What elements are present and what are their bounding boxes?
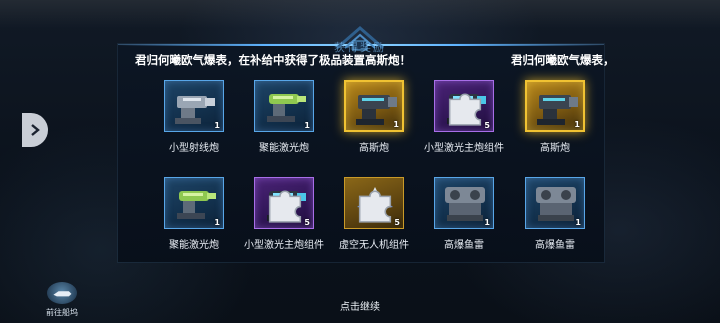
item-frame: 1 xyxy=(525,80,585,132)
item-name: 小型射线炮 xyxy=(169,143,219,154)
background-band xyxy=(0,0,720,28)
item-count: 1 xyxy=(393,120,399,129)
item-name: 高斯炮 xyxy=(359,143,389,154)
ship-icon xyxy=(47,282,77,304)
item-frame: 1 xyxy=(344,80,404,132)
item-count: 1 xyxy=(575,218,581,227)
item-name: 高爆鱼雷 xyxy=(535,240,575,251)
item-name: 虚空无人机组件 xyxy=(339,240,409,251)
reward-item[interactable]: 1 高爆鱼雷 xyxy=(424,177,504,251)
item-name: 聚能激光炮 xyxy=(169,240,219,251)
item-count: 1 xyxy=(484,218,490,227)
broadcast-message-repeat: 君归何曦欧气爆表，在补 xyxy=(511,53,611,67)
item-frame: 1 xyxy=(164,80,224,132)
reward-item[interactable]: 5 虚空无人机组件 xyxy=(334,177,414,251)
item-frame: 1 xyxy=(164,177,224,229)
item-name: 小型激光主炮组件 xyxy=(244,240,324,251)
item-frame: 1 xyxy=(254,80,314,132)
item-count: 1 xyxy=(574,120,580,129)
tap-to-continue[interactable]: 点击继续 xyxy=(0,298,720,313)
reward-item[interactable]: 1 聚能激光炮 xyxy=(244,80,324,154)
item-name: 高爆鱼雷 xyxy=(444,240,484,251)
item-name: 小型激光主炮组件 xyxy=(424,143,504,154)
chevron-right-icon xyxy=(31,124,40,136)
reward-item[interactable]: 1 小型射线炮 xyxy=(154,80,234,154)
item-frame: 5 xyxy=(254,177,314,229)
reward-item[interactable]: 1 高斯炮 xyxy=(334,80,414,154)
item-name: 高斯炮 xyxy=(540,143,570,154)
reward-item[interactable]: 5 小型激光主炮组件 xyxy=(244,177,324,251)
broadcast-message: 君归何曦欧气爆表，在补给中获得了极品装置高斯炮！ xyxy=(135,53,411,67)
reward-item[interactable]: 1 高斯炮 xyxy=(515,80,595,154)
item-count: 5 xyxy=(394,218,400,227)
reward-item[interactable]: 5 小型激光主炮组件 xyxy=(424,80,504,154)
item-frame: 1 xyxy=(434,177,494,229)
item-count: 1 xyxy=(214,121,220,130)
go-to-dock-button[interactable]: 前往船坞 xyxy=(40,282,84,318)
reward-item[interactable]: 1 聚能激光炮 xyxy=(154,177,234,251)
dock-label: 前往船坞 xyxy=(46,308,78,317)
item-count: 5 xyxy=(304,218,310,227)
item-count: 1 xyxy=(304,121,310,130)
reward-item[interactable]: 1 高爆鱼雷 xyxy=(515,177,595,251)
item-count: 5 xyxy=(484,121,490,130)
item-frame: 1 xyxy=(525,177,585,229)
item-frame: 5 xyxy=(434,80,494,132)
item-name: 聚能激光炮 xyxy=(259,143,309,154)
item-frame: 5 xyxy=(344,177,404,229)
item-count: 1 xyxy=(214,218,220,227)
